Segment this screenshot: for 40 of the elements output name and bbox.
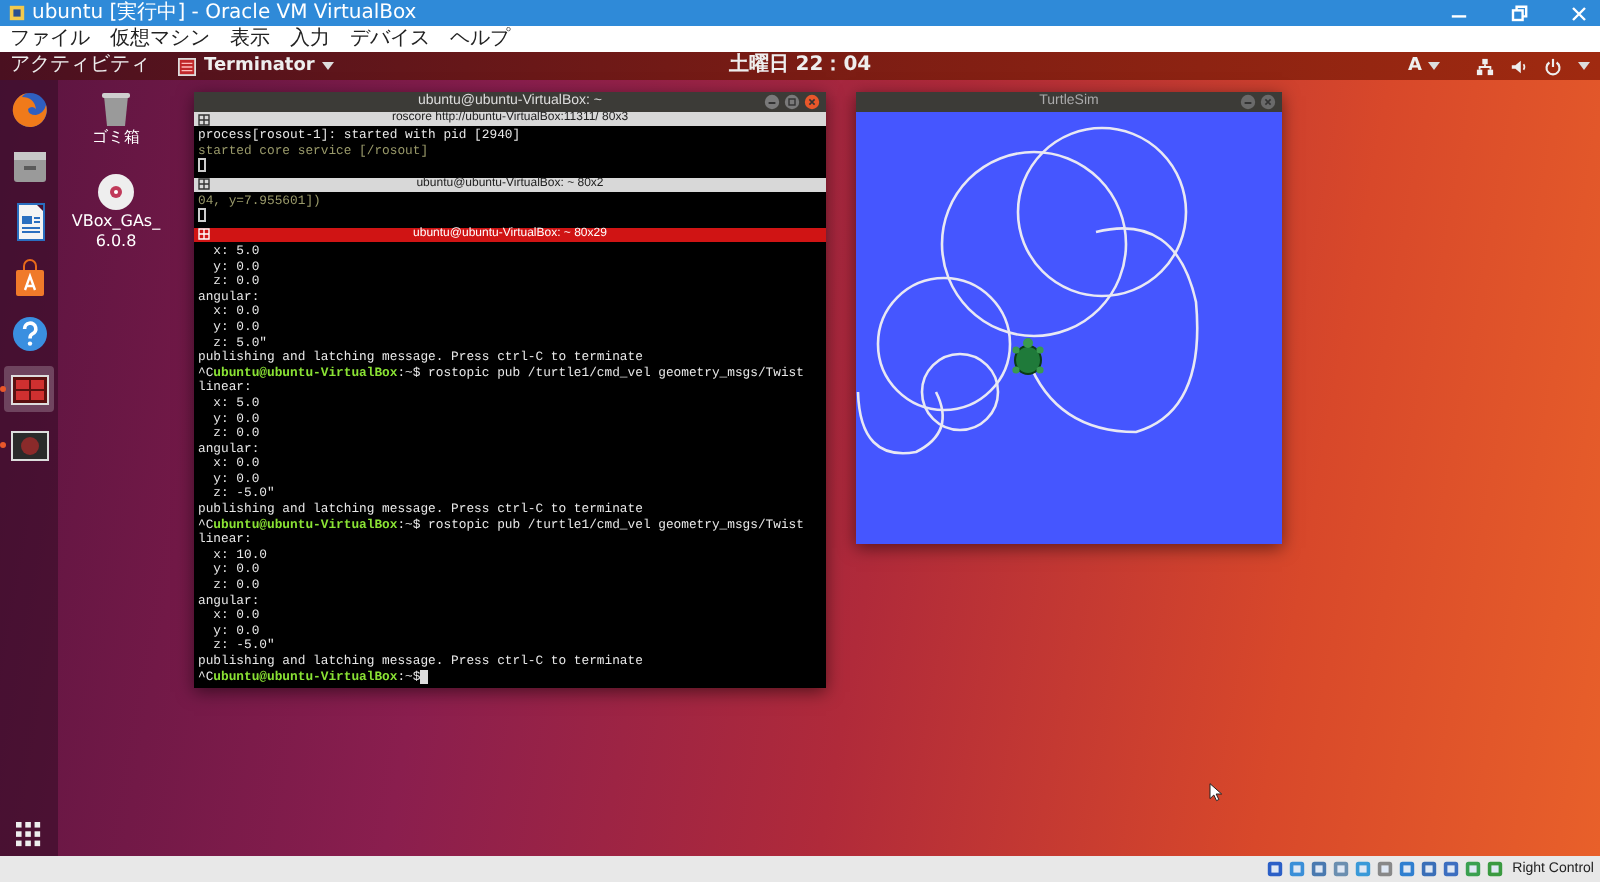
trash-icon[interactable] bbox=[96, 88, 136, 128]
clock[interactable]: 土曜日 22：04 bbox=[728, 52, 872, 80]
app-menu-button[interactable]: Terminator bbox=[178, 52, 335, 80]
turtle-icon bbox=[1012, 338, 1044, 375]
menu-item[interactable]: デバイス bbox=[350, 26, 430, 52]
app-logo-icon bbox=[8, 4, 26, 22]
power-icon[interactable] bbox=[1544, 57, 1562, 75]
close-button[interactable] bbox=[804, 94, 820, 110]
menu-item[interactable]: ヘルプ bbox=[450, 26, 510, 52]
close-button[interactable] bbox=[1566, 1, 1592, 25]
icon-label: ゴミ箱 bbox=[92, 128, 140, 148]
caret-icon bbox=[1428, 62, 1440, 70]
help-icon bbox=[9, 313, 49, 353]
maximize-button[interactable] bbox=[784, 94, 800, 110]
app-grid-icon[interactable] bbox=[16, 822, 42, 848]
disc-icon[interactable] bbox=[96, 172, 136, 212]
icon-label: VBox_GAs_ 6.0.8 bbox=[71, 212, 161, 252]
minimize-button[interactable] bbox=[1240, 94, 1256, 110]
network-icon[interactable] bbox=[1476, 57, 1494, 75]
close-button[interactable] bbox=[1260, 94, 1276, 110]
grid-icon bbox=[198, 178, 210, 191]
menu-item[interactable]: 仮想マシン bbox=[110, 26, 210, 52]
input-method-button[interactable]: A bbox=[1408, 52, 1440, 80]
terminal-icon bbox=[9, 369, 49, 409]
app-icon bbox=[9, 425, 49, 465]
menu-item[interactable]: ファイル bbox=[10, 26, 90, 52]
grid-icon bbox=[198, 228, 210, 241]
dock-item[interactable] bbox=[4, 366, 54, 412]
activities-button[interactable]: アクティビティ bbox=[10, 52, 150, 80]
minimize-button[interactable] bbox=[764, 94, 780, 110]
volume-icon[interactable] bbox=[1510, 57, 1528, 75]
menu-item[interactable]: 入力 bbox=[290, 26, 330, 52]
caret-icon bbox=[322, 62, 335, 70]
restore-button[interactable] bbox=[1506, 1, 1532, 25]
browser-icon bbox=[9, 89, 49, 129]
terminal-icon bbox=[178, 57, 196, 75]
window-title: ubuntu [実行中] - Oracle VM VirtualBox bbox=[32, 0, 417, 26]
menu-item[interactable]: 表示 bbox=[230, 26, 270, 52]
caret-icon[interactable] bbox=[1578, 62, 1590, 70]
mouse-pointer-icon bbox=[1208, 782, 1222, 802]
